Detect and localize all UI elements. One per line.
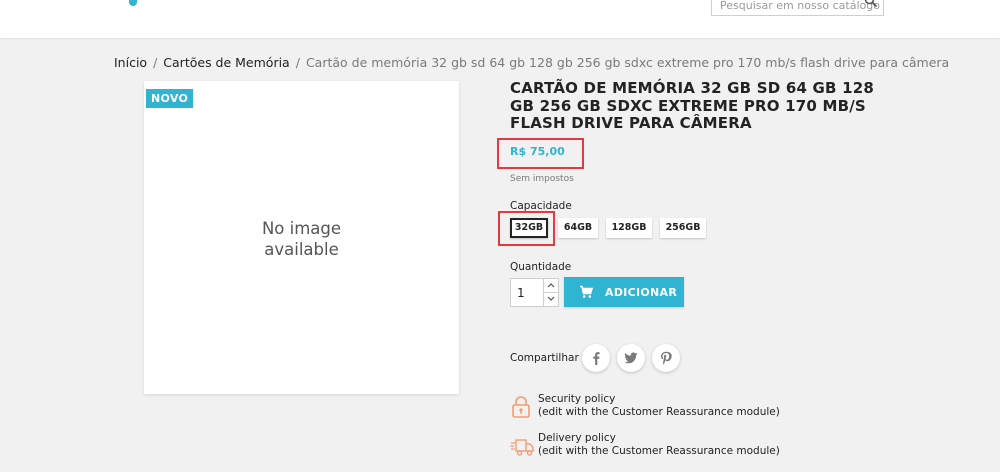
security-policy-subtitle: (edit with the Customer Reassurance modu… bbox=[538, 406, 780, 418]
facebook-icon bbox=[593, 352, 600, 365]
breadcrumb-category-link[interactable]: Cartões de Memória bbox=[163, 55, 289, 70]
add-to-cart-label: ADICIONAR bbox=[605, 286, 678, 299]
shopping-cart-icon bbox=[580, 285, 593, 298]
share-facebook-button[interactable] bbox=[582, 344, 610, 372]
delivery-policy-title: Delivery policy bbox=[538, 432, 616, 444]
quantity-decrease-button[interactable] bbox=[543, 292, 559, 307]
search-icon[interactable] bbox=[864, 0, 878, 8]
breadcrumb: Início / Cartões de Memória / Cartão de memó… bbox=[114, 55, 949, 70]
capacity-option-128gb[interactable]: 128GB bbox=[606, 218, 652, 238]
breadcrumb-separator: / bbox=[295, 55, 300, 70]
chevron-down-icon bbox=[547, 296, 555, 301]
quantity-increase-button[interactable] bbox=[543, 278, 559, 293]
security-policy-text: Security policy (edit with the Customer … bbox=[538, 393, 780, 419]
lock-icon bbox=[512, 396, 530, 418]
search-input[interactable]: Pesquisar em nosso catálogo bbox=[711, 0, 884, 16]
tax-note: Sem impostos bbox=[510, 174, 574, 184]
product-title: Cartão de memória 32 gb sd 64 gb 128 gb … bbox=[510, 79, 874, 132]
truck-icon bbox=[510, 439, 534, 456]
add-to-cart-button[interactable]: ADICIONAR bbox=[564, 277, 684, 307]
quantity-label: Quantidade bbox=[510, 261, 572, 273]
price-highlight-box bbox=[497, 138, 584, 169]
pinterest-icon bbox=[661, 351, 672, 365]
logo[interactable] bbox=[129, 0, 137, 6]
top-header: Pesquisar em nosso catálogo bbox=[0, 0, 1000, 38]
breadcrumb-home-link[interactable]: Início bbox=[114, 55, 147, 70]
capacity-highlight-box bbox=[498, 211, 555, 246]
security-policy-title: Security policy bbox=[538, 393, 616, 405]
capacity-option-64gb[interactable]: 64GB bbox=[558, 218, 598, 238]
no-image-placeholder-text: No image available bbox=[261, 219, 342, 259]
share-pinterest-button[interactable] bbox=[652, 344, 680, 372]
new-badge: NOVO bbox=[146, 89, 194, 108]
breadcrumb-separator: / bbox=[153, 55, 158, 70]
quantity-input[interactable]: 1 bbox=[510, 278, 544, 307]
delivery-policy-text: Delivery policy (edit with the Customer … bbox=[538, 432, 780, 458]
share-label: Compartilhar bbox=[510, 352, 579, 364]
chevron-up-icon bbox=[547, 283, 555, 288]
breadcrumb-current: Cartão de memória 32 gb sd 64 gb 128 gb … bbox=[305, 55, 950, 70]
twitter-icon bbox=[624, 352, 638, 364]
capacity-option-256gb[interactable]: 256GB bbox=[660, 218, 706, 238]
share-twitter-button[interactable] bbox=[617, 344, 645, 372]
delivery-policy-subtitle: (edit with the Customer Reassurance modu… bbox=[538, 445, 780, 457]
